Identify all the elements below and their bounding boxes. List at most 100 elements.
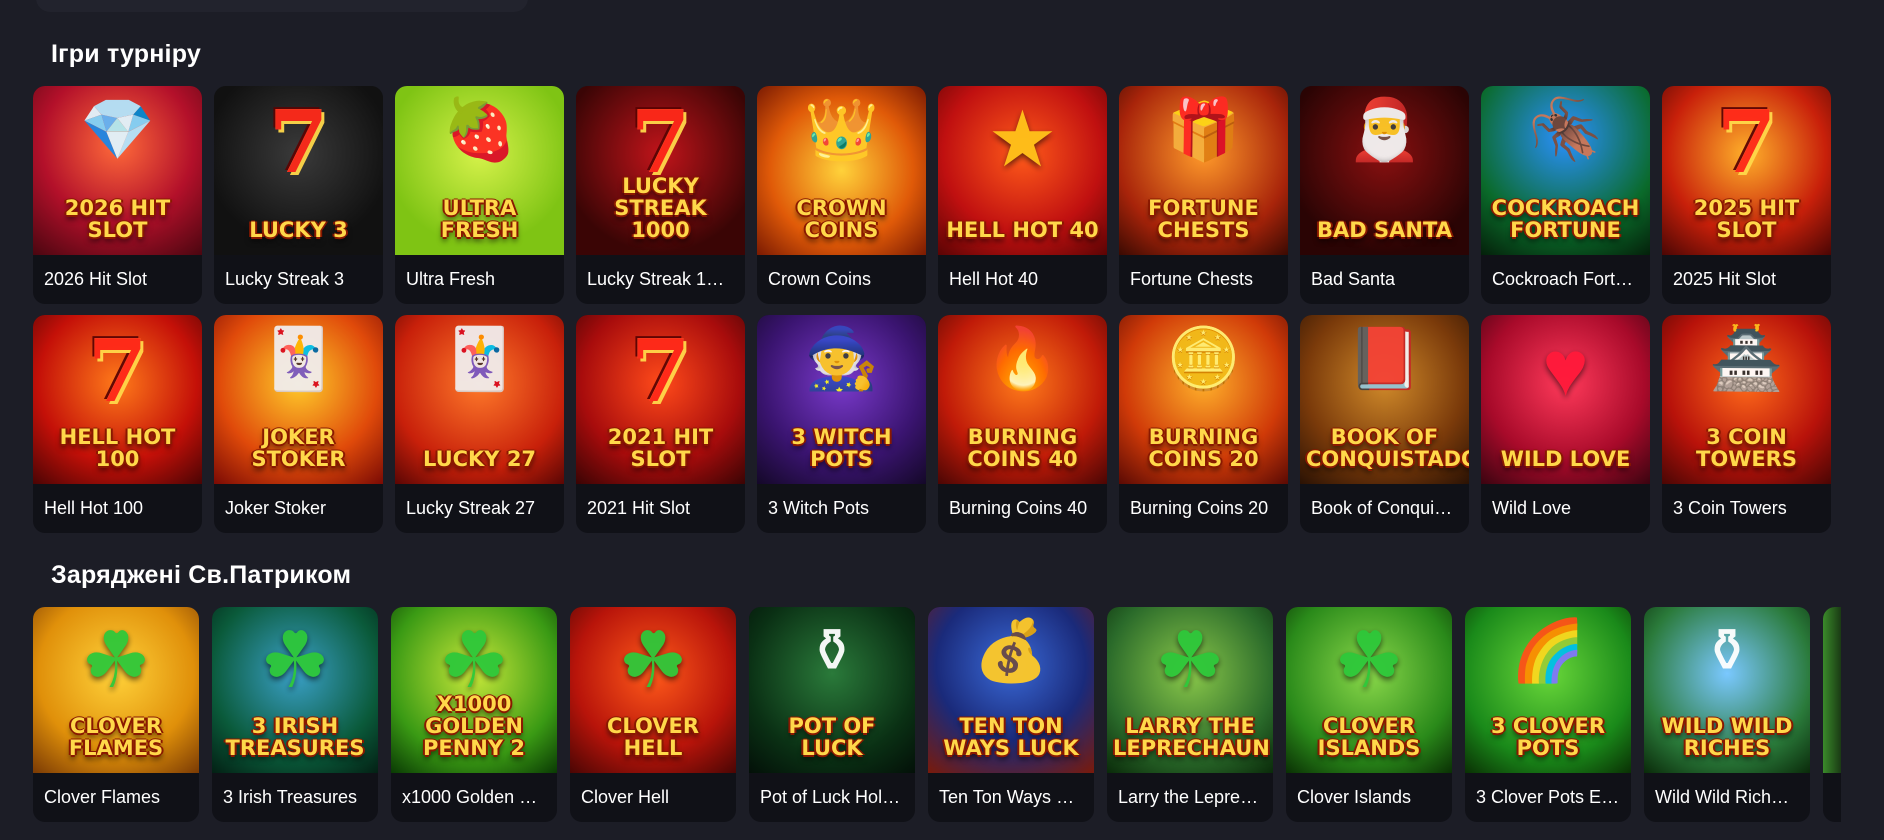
game-title[interactable]: Wild Love [1481,484,1650,533]
game-card[interactable]: 7 2025 HIT SLOT 2025 Hit Slot [1662,86,1831,304]
game-card[interactable]: 7 Hell Hot 100 Hell Hot 100 [33,315,202,533]
game-card[interactable]: ☘ Clover Flames Clover Flames [33,607,199,822]
game-title[interactable]: Burning Coins 20 [1119,484,1288,533]
game-card[interactable]: 🍓 Ultra Fresh Ultra Fresh [395,86,564,304]
game-title-text: Lucky Streak 3 [225,269,345,289]
game-thumbnail[interactable]: 7 Lucky Streak 1000 [576,86,745,255]
game-thumbnail[interactable]: 🪙 Burning Coins 20 [1119,315,1288,484]
game-title[interactable]: L [1823,773,1841,822]
game-thumbnail[interactable]: ☘ Clover Flames [33,607,199,773]
game-thumbnail[interactable]: 🔥 Burning Coins 40 [938,315,1107,484]
game-logo-text: 2021 HIT SLOT [607,424,714,471]
game-title[interactable]: Lucky Streak 27 [395,484,564,533]
game-card[interactable]: 7 Lucky 3 Lucky Streak 3 [214,86,383,304]
game-thumbnail[interactable]: ⚱ Wild Wild Riches [1644,607,1810,773]
game-card[interactable]: 💎 2026 HIT SLOT 2026 Hit Slot [33,86,202,304]
game-title[interactable]: Burning Coins 40 [938,484,1107,533]
game-card[interactable]: ♥ Wild Love Wild Love [1481,315,1650,533]
game-thumbnail[interactable]: ☘ Clover Hell [570,607,736,773]
game-title[interactable]: Ultra Fresh [395,255,564,304]
game-title-text: Cockroach Fortune [1492,269,1639,289]
game-card[interactable]: 🔥 Burning Coins 40 Burning Coins 40 [938,315,1107,533]
game-thumbnail[interactable]: 🎅 Bad Santa [1300,86,1469,255]
game-card[interactable]: ☘ 3 Irish Treasures 3 Irish Treasures [212,607,378,822]
game-title[interactable]: x1000 Golden Penny 2 [391,773,557,822]
game-card[interactable]: ★ Hell Hot 40 Hell Hot 40 [938,86,1107,304]
game-thumbnail[interactable]: ⚱ Pot of Luck [749,607,915,773]
game-card[interactable]: L [1823,607,1841,822]
game-title[interactable]: Clover Islands [1286,773,1452,822]
game-card[interactable]: 🃏 Lucky 27 Lucky Streak 27 [395,315,564,533]
game-card[interactable]: 💰 Ten Ton Ways Luck Ten Ton Ways Luck [928,607,1094,822]
game-thumbnail[interactable]: ♥ Wild Love [1481,315,1650,484]
game-title[interactable]: Clover Flames [33,773,199,822]
game-title-text: 2025 Hit Slot [1673,269,1777,289]
game-thumbnail[interactable] [1823,607,1841,773]
game-title[interactable]: Clover Hell [570,773,736,822]
game-title[interactable]: Lucky Streak 3 [214,255,383,304]
game-card[interactable]: 7 2021 HIT SLOT 2021 Hit Slot [576,315,745,533]
game-card[interactable]: 🧙 3 Witch Pots 3 Witch Pots [757,315,926,533]
game-title[interactable]: Crown Coins [757,255,926,304]
game-card[interactable]: ☘ Clover Hell Clover Hell [570,607,736,822]
game-card[interactable]: 🎅 Bad Santa Bad Santa [1300,86,1469,304]
game-title[interactable]: Lucky Streak 1000 [576,255,745,304]
game-title[interactable]: Hell Hot 100 [33,484,202,533]
game-thumbnail[interactable]: 💎 2026 HIT SLOT [33,86,202,255]
game-thumbnail[interactable]: 📕 Book of Conquistador [1300,315,1469,484]
game-title[interactable]: 2021 Hit Slot [576,484,745,533]
game-thumbnail[interactable]: 7 2025 HIT SLOT [1662,86,1831,255]
game-thumbnail[interactable]: 7 2021 HIT SLOT [576,315,745,484]
game-thumbnail[interactable]: 7 Lucky 3 [214,86,383,255]
game-title[interactable]: Pot of Luck Hold and Win [749,773,915,822]
game-thumbnail[interactable]: 👑 Crown Coins [757,86,926,255]
game-thumbnail[interactable]: ☘ x1000 Golden Penny 2 [391,607,557,773]
game-title[interactable]: Hell Hot 40 [938,255,1107,304]
game-title[interactable]: Larry the Leprechaun [1107,773,1273,822]
game-title[interactable]: Bad Santa [1300,255,1469,304]
game-thumbnail[interactable]: 7 Hell Hot 100 [33,315,202,484]
game-card[interactable]: ☘ Larry the Leprechaun Larry the Leprechau… [1107,607,1273,822]
game-thumbnail[interactable]: 🧙 3 Witch Pots [757,315,926,484]
game-card[interactable]: 🌈 3 Clover Pots 3 Clover Pots Extra [1465,607,1631,822]
game-thumbnail[interactable]: ☘ 3 Irish Treasures [212,607,378,773]
game-title[interactable]: 2026 Hit Slot [33,255,202,304]
game-title[interactable]: Fortune Chests [1119,255,1288,304]
game-thumbnail[interactable]: ☘ Clover Islands [1286,607,1452,773]
game-thumbnail[interactable]: 🃏 Joker Stoker [214,315,383,484]
game-card[interactable]: 📕 Book of Conquistador Book of Conquistado… [1300,315,1469,533]
game-card[interactable]: ☘ Clover Islands Clover Islands [1286,607,1452,822]
game-card[interactable]: ⚱ Pot of Luck Pot of Luck Hold and Win [749,607,915,822]
leprechaun-icon: ☘ [439,616,509,704]
game-thumbnail[interactable]: 🎁 Fortune Chests [1119,86,1288,255]
game-title[interactable]: Ten Ton Ways Luck [928,773,1094,822]
game-thumbnail[interactable]: 💰 Ten Ton Ways Luck [928,607,1094,773]
game-title[interactable]: 3 Irish Treasures [212,773,378,822]
game-card[interactable]: 🎁 Fortune Chests Fortune Chests [1119,86,1288,304]
game-title[interactable]: Joker Stoker [214,484,383,533]
game-thumbnail[interactable]: 🌈 3 Clover Pots [1465,607,1631,773]
game-logo-text: Burning Coins 40 [967,424,1078,471]
game-title[interactable]: 2025 Hit Slot [1662,255,1831,304]
game-card[interactable]: ☘x1000 Golden Penny 2x1000 Golden Penny … [391,607,557,822]
game-card[interactable]: 🏯 3 Coin Towers 3 Coin Towers [1662,315,1831,533]
game-title[interactable]: 3 Clover Pots Extra [1465,773,1631,822]
game-thumbnail[interactable]: 🪳 Cockroach Fortune [1481,86,1650,255]
game-thumbnail[interactable]: 🍓 Ultra Fresh [395,86,564,255]
game-title[interactable]: Book of Conquistador [1300,484,1469,533]
game-thumbnail[interactable]: 🃏 Lucky 27 [395,315,564,484]
game-logo-text: Wild Love [1500,446,1631,471]
game-thumbnail[interactable]: 🏯 3 Coin Towers [1662,315,1831,484]
game-card[interactable]: 7 Lucky Streak 1000 Lucky Streak 1000 [576,86,745,304]
game-card[interactable]: 🪙 Burning Coins 20 Burning Coins 20 [1119,315,1288,533]
game-title[interactable]: Wild Wild Riches Megaways [1644,773,1810,822]
game-thumbnail[interactable]: ★ Hell Hot 40 [938,86,1107,255]
game-card[interactable]: ⚱ Wild Wild Riches Wild Wild Riches Megawa… [1644,607,1810,822]
game-title[interactable]: 3 Witch Pots [757,484,926,533]
game-title[interactable]: 3 Coin Towers [1662,484,1831,533]
game-thumbnail[interactable]: ☘ Larry the Leprechaun [1107,607,1273,773]
game-card[interactable]: 👑 Crown Coins Crown Coins [757,86,926,304]
game-card[interactable]: 🪳 Cockroach Fortune Cockroach Fortune [1481,86,1650,304]
game-title[interactable]: Cockroach Fortune [1481,255,1650,304]
game-card[interactable]: 🃏 Joker Stoker Joker Stoker [214,315,383,533]
